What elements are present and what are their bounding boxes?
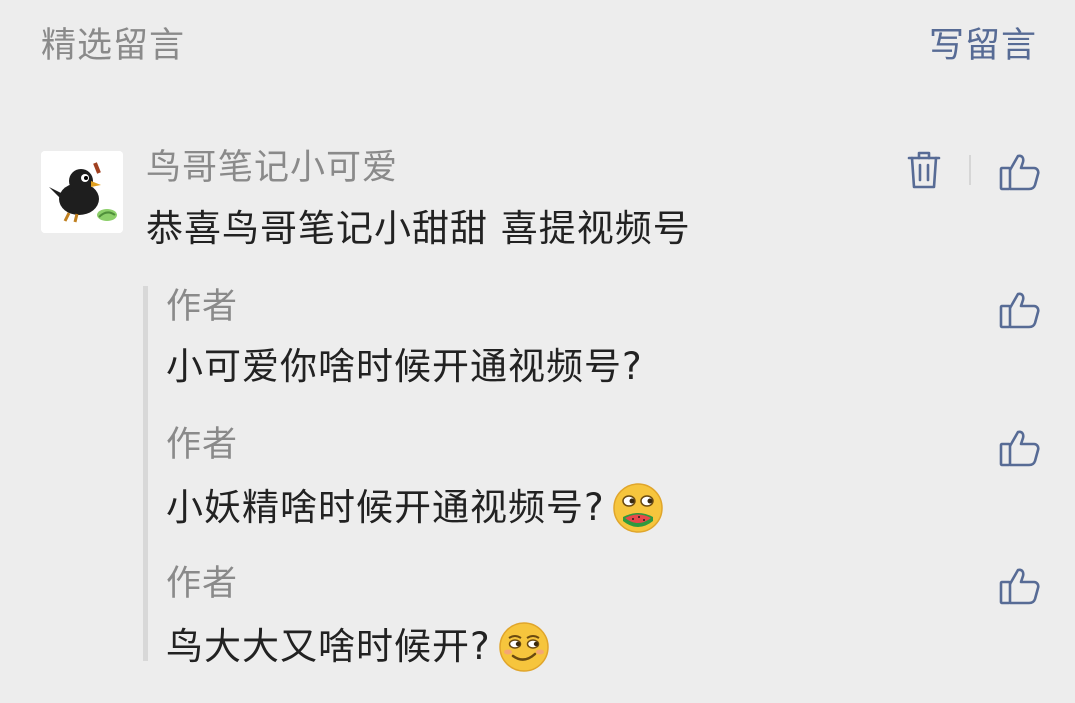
reply-author: 作者: [166, 287, 239, 327]
reply-author: 作者: [166, 425, 239, 465]
thumbs-up-icon[interactable]: [998, 288, 1042, 332]
watermelon-eating-emoji-icon: [611, 481, 665, 535]
comment-author-name[interactable]: 鸟哥笔记小可爱: [146, 146, 398, 190]
trash-icon[interactable]: [902, 148, 946, 192]
thumbs-up-icon[interactable]: [998, 150, 1042, 194]
reply-item: 作者 小妖精啥时候开通视频号?: [166, 423, 966, 535]
write-comment-link[interactable]: 写留言: [929, 24, 1037, 68]
reply-author: 作者: [166, 564, 239, 604]
action-divider: [969, 155, 971, 185]
smirk-emoji-icon: [497, 620, 551, 674]
reply-text: 鸟大大又啥时候开?: [166, 620, 966, 674]
comment-text: 恭喜鸟哥笔记小甜甜 喜提视频号: [146, 207, 691, 250]
reply-text: 小妖精啥时候开通视频号?: [166, 481, 966, 535]
reply-item: 作者 鸟大大又啥时候开?: [166, 562, 966, 674]
reply-thread-bar: [143, 286, 148, 661]
reply-text-content: 小妖精啥时候开通视频号?: [166, 486, 605, 529]
reply-text-content: 小可爱你啥时候开通视频号?: [166, 345, 643, 388]
comments-section: 精选留言 写留言 鸟哥笔记小可爱 恭喜鸟哥笔记小甜甜 喜提视频号 作者 小可爱你…: [0, 0, 1075, 703]
reply-text-content: 鸟大大又啥时候开?: [166, 625, 491, 668]
thumbs-up-icon[interactable]: [998, 564, 1042, 608]
featured-comments-title: 精选留言: [41, 26, 186, 66]
avatar[interactable]: [41, 151, 123, 233]
reply-text: 小可爱你啥时候开通视频号?: [166, 343, 966, 391]
reply-item: 作者 小可爱你啥时候开通视频号?: [166, 285, 966, 391]
crow-avatar-icon: [41, 151, 123, 233]
thumbs-up-icon[interactable]: [998, 426, 1042, 470]
